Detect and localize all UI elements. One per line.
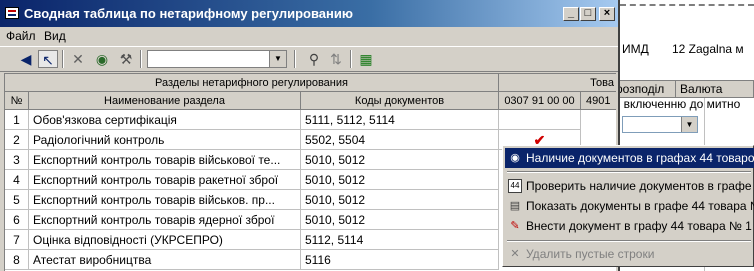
row-name: Експортний контроль товарів військов. пр… <box>29 190 301 210</box>
chevron-down-icon: ▼ <box>681 117 697 132</box>
delete-icon: ✕ <box>510 248 520 260</box>
menu-item-label: Внести документ в графу 44 товара № 1 <box>526 219 752 233</box>
row-codes: 5010, 5012 <box>301 170 499 190</box>
row-codes: 5010, 5012 <box>301 150 499 170</box>
menu-item-label: Показать документы в графе 44 товара № 1 <box>526 199 754 213</box>
group-header-sections: Разделы нетарифного регулирования <box>5 74 499 92</box>
col-header-codes[interactable]: Коды документов <box>301 92 499 110</box>
window-title: Сводная таблица по нетарифному регулиров… <box>24 6 353 21</box>
menu-item-verify-graph44[interactable]: 44 Проверить наличие документов в графе … <box>505 176 754 196</box>
background-code-text: ИМД <box>622 42 649 56</box>
toolbar-separator <box>350 50 352 68</box>
menu-item-delete-empty-rows[interactable]: ✕ Удалить пустые строки <box>505 244 754 264</box>
minimize-button[interactable]: _ <box>563 7 579 21</box>
row-name: Експортний контроль товарів військової т… <box>29 150 301 170</box>
toolbar-separator <box>294 50 296 68</box>
background-header-row: розподіл Валюта <box>612 80 754 98</box>
toolbar: ◀ ↖ ✕ ◉ ⚒ ▼ ⚲ ⇅ ▦ <box>0 46 618 72</box>
menu-item-label: Проверить наличие документов в графе 44 … <box>526 179 754 193</box>
row-num: 1 <box>5 110 29 130</box>
row-name: Атестат виробництва <box>29 250 301 270</box>
toolbar-separator <box>62 50 64 68</box>
row-name: Обов'язкова сертифікація <box>29 110 301 130</box>
row-num: 4 <box>5 170 29 190</box>
row-goods-mark[interactable] <box>499 110 581 130</box>
delete-icon[interactable]: ✕ <box>68 50 88 68</box>
row-name: Експортний контроль товарів ракетної збр… <box>29 170 301 190</box>
close-button[interactable]: × <box>599 7 615 21</box>
col-header-goods-2[interactable]: 4901 <box>581 92 616 110</box>
search-doc-icon: ◉ <box>510 152 520 164</box>
pencil-icon: ✎ <box>510 220 520 232</box>
menu-item-label: Наличие документов в графах 44 товаров <box>526 151 754 165</box>
menu-item-add-doc[interactable]: ✎ Внести документ в графу 44 товара № 1 <box>505 216 754 236</box>
menu-separator <box>507 171 751 173</box>
menu-item-check-presence[interactable]: ◉ Наличие документов в графах 44 товаров <box>505 148 754 168</box>
context-menu: ◉ Наличие документов в графах 44 товаров… <box>502 145 754 267</box>
menu-bar: Файл Вид <box>0 27 618 46</box>
background-col-rozpodil[interactable]: розподіл <box>612 81 676 97</box>
row-name: Експортний контроль товарів ядерної збро… <box>29 210 301 230</box>
menu-item-label: Удалить пустые строки <box>526 247 655 261</box>
row-num: 2 <box>5 130 29 150</box>
row-codes: 5502, 5504 <box>301 130 499 150</box>
row-name: Радіологічний контроль <box>29 130 301 150</box>
maximize-button[interactable]: □ <box>580 7 596 21</box>
menu-view[interactable]: Вид <box>44 29 66 44</box>
search-doc-icon[interactable]: ◉ <box>92 50 112 68</box>
row-codes: 5111, 5112, 5114 <box>301 110 499 130</box>
group-header-goods: Това <box>499 74 616 92</box>
app-icon <box>5 7 19 19</box>
row-num: 6 <box>5 210 29 230</box>
toolbar-combo[interactable]: ▼ <box>147 50 287 68</box>
background-dash-line <box>620 4 754 8</box>
row-num: 7 <box>5 230 29 250</box>
tools-icon[interactable]: ⚒ <box>116 50 136 68</box>
excel-icon[interactable]: ▦ <box>356 50 376 68</box>
row-num: 3 <box>5 150 29 170</box>
row-num: 8 <box>5 250 29 270</box>
col-header-name[interactable]: Наименование раздела <box>29 92 301 110</box>
find-next-icon[interactable]: ⇅ <box>326 50 346 68</box>
arrow-left-icon[interactable]: ◀ <box>16 50 36 68</box>
col-header-num[interactable]: № <box>5 92 29 110</box>
binoculars-icon[interactable]: ⚲ <box>304 50 324 68</box>
table-row[interactable]: 1 Обов'язкова сертифікація 5111, 5112, 5… <box>5 110 616 130</box>
background-col-currency[interactable]: Валюта <box>676 81 754 97</box>
row-codes: 5010, 5012 <box>301 210 499 230</box>
document-search-icon: ▤ <box>509 200 521 212</box>
background-combo[interactable]: ▼ <box>622 116 698 133</box>
menu-separator <box>507 240 751 242</box>
col-header-goods-1[interactable]: 0307 91 00 00 <box>499 92 581 110</box>
toolbar-separator <box>140 50 142 68</box>
graph44-icon: 44 <box>508 179 522 193</box>
menu-file[interactable]: Файл <box>6 29 36 44</box>
row-codes: 5112, 5114 <box>301 230 499 250</box>
chevron-down-icon[interactable]: ▼ <box>269 51 286 67</box>
background-zagalna-text: 12 Zagalna м <box>672 42 744 56</box>
row-codes: 5010, 5012 <box>301 190 499 210</box>
menu-item-show-docs[interactable]: ▤ Показать документы в графе 44 товара №… <box>505 196 754 216</box>
row-codes: 5116 <box>301 250 499 270</box>
row-num: 5 <box>5 190 29 210</box>
pointer-icon[interactable]: ↖ <box>38 50 58 68</box>
title-bar[interactable]: Сводная таблица по нетарифному регулиров… <box>0 0 618 27</box>
row-name: Оцінка відповідності (УКРСЕПРО) <box>29 230 301 250</box>
